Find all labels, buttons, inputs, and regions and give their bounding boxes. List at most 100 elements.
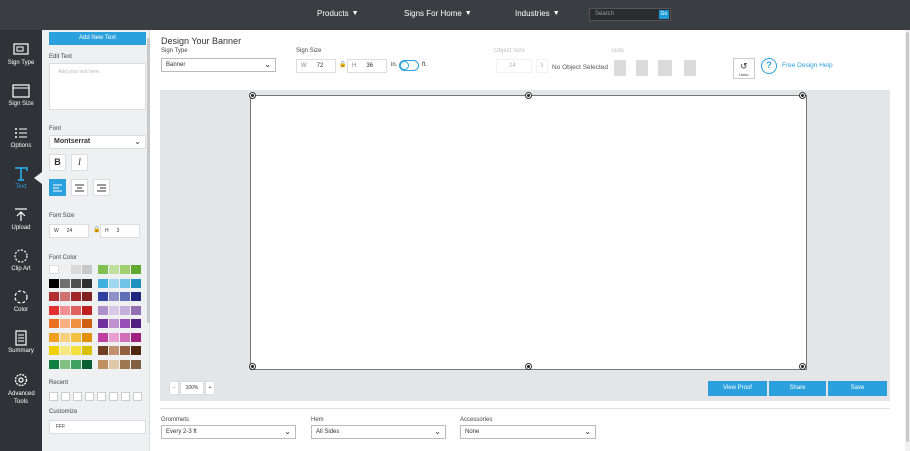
tool-delete-icon[interactable] [684, 60, 696, 76]
recent-color-slot[interactable] [49, 392, 58, 401]
color-swatch[interactable] [131, 305, 141, 315]
color-swatch[interactable] [60, 265, 70, 274]
color-swatch[interactable] [49, 359, 59, 369]
align-left-button[interactable] [49, 179, 66, 196]
color-swatch[interactable] [60, 346, 70, 355]
color-swatch[interactable] [98, 359, 108, 369]
search-go-button[interactable]: Go [659, 10, 669, 19]
resize-handle[interactable] [250, 93, 255, 98]
resize-handle[interactable] [800, 93, 805, 98]
font-select[interactable]: Montserrat ⌄ [49, 135, 146, 149]
share-button[interactable]: Share [769, 381, 826, 396]
color-swatch[interactable] [109, 265, 119, 274]
resize-handle[interactable] [250, 364, 255, 369]
color-swatch[interactable] [131, 332, 141, 342]
bold-button[interactable]: B [49, 154, 66, 171]
color-swatch[interactable] [82, 359, 92, 369]
color-swatch[interactable] [109, 305, 119, 315]
resize-handle[interactable] [526, 364, 531, 369]
recent-color-slot[interactable] [73, 392, 82, 401]
color-swatch[interactable] [131, 346, 141, 355]
color-swatch[interactable] [60, 278, 70, 288]
italic-button[interactable]: I [71, 154, 88, 171]
color-swatch[interactable] [120, 305, 130, 315]
color-swatch[interactable] [71, 292, 81, 301]
edit-text-field[interactable]: Add your text here. [49, 63, 146, 110]
rail-options[interactable]: Options [0, 125, 42, 149]
page-scrollbar[interactable] [905, 30, 910, 451]
recent-color-slot[interactable] [97, 392, 106, 401]
color-swatch[interactable] [49, 292, 59, 301]
color-swatch[interactable] [49, 278, 59, 288]
help-icon[interactable]: ? [761, 58, 777, 74]
nav-signs-for-home[interactable]: Signs For Home ▼ [404, 9, 472, 18]
color-swatch[interactable] [109, 346, 119, 355]
sign-height-input[interactable]: H 36 [347, 59, 387, 73]
color-swatch[interactable] [60, 292, 70, 301]
color-swatch[interactable] [49, 332, 59, 342]
color-swatch[interactable] [71, 305, 81, 315]
color-swatch[interactable] [131, 265, 141, 274]
color-swatch[interactable] [49, 346, 59, 355]
search-input[interactable]: Search Go [589, 8, 671, 21]
color-swatch[interactable] [49, 265, 59, 274]
color-swatch[interactable] [109, 278, 119, 288]
color-swatch[interactable] [98, 278, 108, 288]
color-swatch[interactable] [98, 292, 108, 301]
resize-handle[interactable] [526, 93, 531, 98]
undo-button[interactable]: ↺ Undo [733, 58, 755, 79]
color-swatch[interactable] [71, 319, 81, 328]
color-swatch[interactable] [98, 265, 108, 274]
color-swatch[interactable] [60, 305, 70, 315]
accessories-select[interactable]: None ⌄ [460, 425, 596, 439]
custom-color-input[interactable]: FFF [49, 420, 146, 434]
rail-advanced-tools[interactable]: Advanced Tools [0, 372, 42, 406]
color-swatch[interactable] [109, 292, 119, 301]
color-swatch[interactable] [71, 359, 81, 369]
color-swatch[interactable] [120, 265, 130, 274]
recent-color-slot[interactable] [61, 392, 70, 401]
color-swatch[interactable] [98, 332, 108, 342]
recent-color-slot[interactable] [121, 392, 130, 401]
rail-clip-art[interactable]: Clip Art [0, 248, 42, 272]
color-swatch[interactable] [82, 319, 92, 328]
page-scrollbar-thumb[interactable] [906, 32, 909, 442]
add-new-text-button[interactable]: Add New Text [49, 32, 146, 45]
color-swatch[interactable] [109, 332, 119, 342]
rail-upload[interactable]: Upload [0, 207, 42, 231]
sign-type-select[interactable]: Banner ⌄ [161, 58, 276, 72]
rail-color[interactable]: Color [0, 289, 42, 313]
color-swatch[interactable] [120, 278, 130, 288]
rail-summary[interactable]: Summary [0, 330, 42, 354]
tool-center-icon[interactable] [658, 60, 672, 76]
object-height-input[interactable]: 3 [536, 59, 548, 73]
color-swatch[interactable] [60, 319, 70, 328]
view-proof-button[interactable]: View Proof [708, 381, 767, 396]
nav-industries[interactable]: Industries ▼ [515, 9, 560, 18]
color-swatch[interactable] [71, 265, 81, 274]
recent-color-slot[interactable] [85, 392, 94, 401]
resize-handle[interactable] [800, 364, 805, 369]
hem-select[interactable]: All Sides ⌄ [311, 425, 446, 439]
color-swatch[interactable] [120, 319, 130, 328]
color-swatch[interactable] [120, 346, 130, 355]
sign-width-input[interactable]: W 72 [296, 59, 336, 73]
color-swatch[interactable] [60, 332, 70, 342]
color-swatch[interactable] [120, 332, 130, 342]
color-swatch[interactable] [71, 346, 81, 355]
banner-artboard[interactable] [250, 95, 807, 370]
panel-scrollbar[interactable] [147, 38, 150, 323]
font-height-input[interactable]: H3 [100, 224, 140, 238]
color-swatch[interactable] [120, 292, 130, 301]
free-design-help-link[interactable]: Free Design Help [782, 62, 833, 69]
zoom-in-button[interactable]: + [205, 381, 215, 395]
color-swatch[interactable] [131, 319, 141, 328]
save-button[interactable]: Save [828, 381, 887, 396]
color-swatch[interactable] [98, 305, 108, 315]
font-width-input[interactable]: W 24 [49, 224, 89, 238]
color-swatch[interactable] [71, 332, 81, 342]
color-swatch[interactable] [82, 278, 92, 288]
color-swatch[interactable] [82, 332, 92, 342]
nav-products[interactable]: Products ▼ [317, 9, 359, 18]
color-swatch[interactable] [82, 292, 92, 301]
